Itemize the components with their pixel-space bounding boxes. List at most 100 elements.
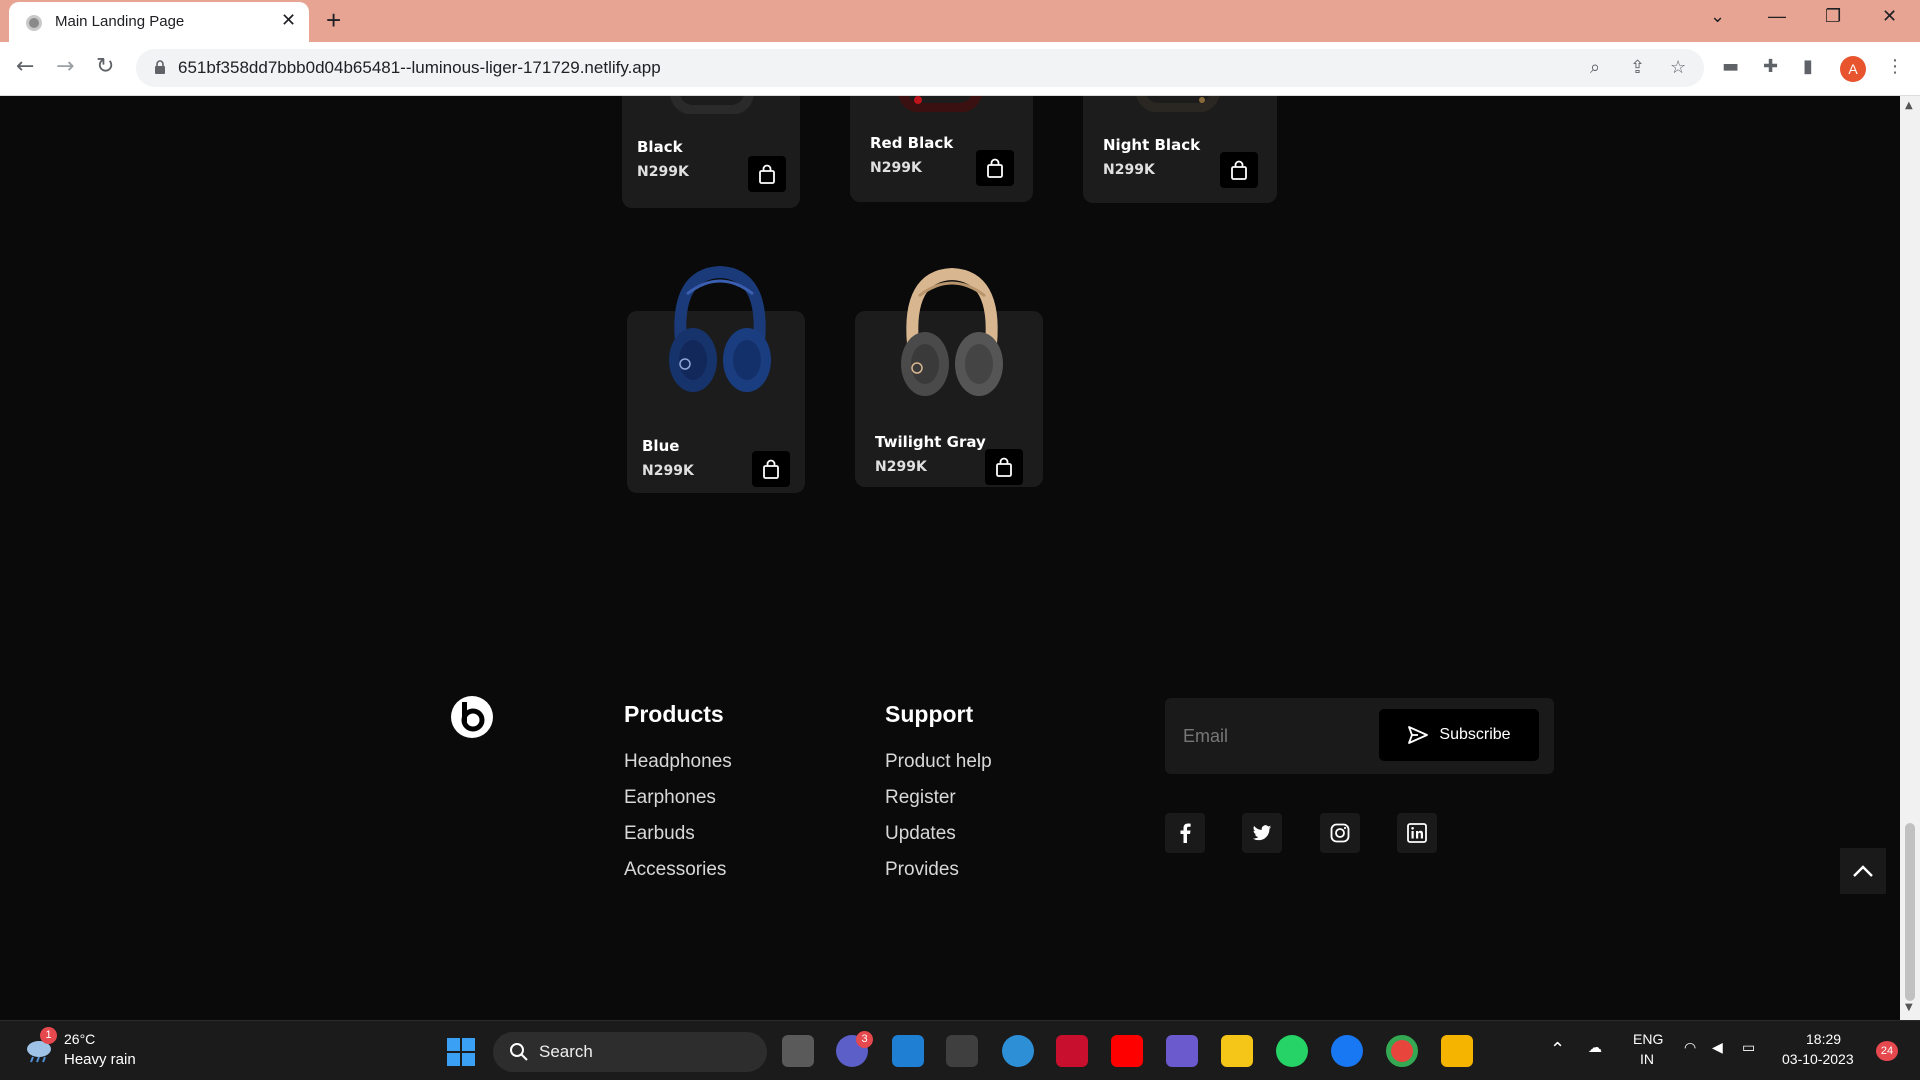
tab-title: Main Landing Page [55,13,185,30]
zoom-search-icon[interactable]: ⌕ [1590,57,1600,78]
facebook-app-icon[interactable] [1331,1035,1363,1067]
browser-tab-bar: Main Landing Page ✕ + ⌄ — ❐ ✕ [0,0,1920,42]
product-card[interactable]: Blue N299K [627,265,805,493]
language-bottom[interactable]: IN [1640,1051,1654,1067]
product-price: N299K [870,160,922,176]
footer-link-updates[interactable]: Updates [885,823,956,845]
footer-link-provides[interactable]: Provides [885,859,959,881]
flipkart-icon[interactable] [1221,1035,1253,1067]
headphone-image [670,96,754,114]
microsoft-store-icon[interactable] [946,1035,978,1067]
facebook-icon[interactable] [1165,813,1205,853]
footer-link-headphones[interactable]: Headphones [624,751,732,773]
back-icon[interactable]: ← [16,54,34,79]
bookmark-star-icon[interactable]: ☆ [1670,57,1686,78]
product-card[interactable]: Night Black N299K [1083,96,1277,203]
whatsapp-icon[interactable] [1276,1035,1308,1067]
back-to-top-button[interactable] [1840,848,1886,894]
footer-link-earbuds[interactable]: Earbuds [624,823,695,845]
headphone-image [1136,96,1220,112]
headphone-image [669,265,771,392]
product-price: N299K [875,459,927,475]
mcafee-icon[interactable] [1056,1035,1088,1067]
teams-badge: 3 [856,1031,873,1048]
weather-temperature[interactable]: 26°C [64,1031,95,1047]
onedrive-icon[interactable]: ☁ [1588,1039,1602,1056]
support-heading: Support [885,701,974,727]
scroll-thumb[interactable] [1905,823,1915,1001]
browser-toolbar: ← → ↻ 651bf358dd7bbb0d04b65481--luminous… [0,42,1920,96]
product-price: N299K [642,463,694,479]
send-icon [1408,726,1429,744]
product-card[interactable]: Red Black N299K [850,96,1033,202]
footer-link-register[interactable]: Register [885,787,956,809]
page-content: Black N299K Red Black N299K Night Black … [0,96,1900,1020]
weather-badge: 1 [40,1027,57,1044]
shopping-bag-icon [1231,160,1247,180]
product-card[interactable]: Twilight Gray N299K [855,267,1043,487]
language-top[interactable]: ENG [1633,1031,1663,1047]
close-window-icon[interactable]: ✕ [1882,6,1897,27]
restore-icon[interactable]: ❐ [1825,6,1841,27]
product-card[interactable]: Black N299K [622,96,800,208]
instagram-icon[interactable] [1320,813,1360,853]
address-bar[interactable]: 651bf358dd7bbb0d04b65481--luminous-liger… [136,49,1704,87]
cast-icon[interactable]: ▬ [1722,56,1739,77]
shopping-bag-icon [763,459,779,479]
headphone-image [901,267,1003,396]
add-to-cart-button[interactable] [1220,152,1258,188]
profile-avatar[interactable]: A [1840,56,1866,82]
menu-kebab-icon[interactable]: ⋮ [1886,56,1904,77]
product-price: N299K [1103,162,1155,178]
add-to-cart-button[interactable] [752,451,790,487]
tab-search-chevron-icon[interactable]: ⌄ [1710,6,1725,27]
wifi-icon[interactable]: ◠ [1684,1039,1696,1056]
volume-icon[interactable]: ◀ [1712,1039,1723,1056]
scroll-up-arrow-icon[interactable]: ▲ [1905,100,1913,111]
footer-link-product-help[interactable]: Product help [885,751,992,773]
linkedin-icon[interactable] [1397,813,1437,853]
share-icon[interactable]: ⇪ [1630,57,1645,78]
vscode-icon[interactable] [892,1035,924,1067]
battery-icon[interactable]: ▭ [1742,1039,1755,1056]
taskbar-search-box[interactable]: Search [493,1032,767,1072]
add-to-cart-button[interactable] [748,156,786,192]
windows-start-icon[interactable] [446,1037,476,1067]
new-tab-icon[interactable]: + [326,5,341,36]
search-label: Search [539,1042,593,1061]
tab-close-icon[interactable]: ✕ [281,10,296,31]
weather-description[interactable]: Heavy rain [64,1051,136,1068]
side-panel-icon[interactable]: ▮ [1803,56,1813,77]
scroll-down-arrow-icon[interactable]: ▼ [1905,1002,1913,1013]
reload-icon[interactable]: ↻ [96,54,114,79]
shopping-bag-icon [759,164,775,184]
footer-link-earphones[interactable]: Earphones [624,787,716,809]
lock-icon [155,60,165,74]
subscribe-button[interactable]: Subscribe [1379,709,1539,761]
photos-icon[interactable] [1166,1035,1198,1067]
beats-logo[interactable] [451,696,493,738]
products-heading: Products [624,701,724,727]
add-to-cart-button[interactable] [985,449,1023,485]
edge-beta-icon[interactable] [1002,1035,1034,1067]
page-scrollbar[interactable]: ▲ ▼ [1900,96,1920,1020]
clock-date[interactable]: 03-10-2023 [1782,1051,1854,1067]
twitter-icon[interactable] [1242,813,1282,853]
footer-link-accessories[interactable]: Accessories [624,859,726,881]
file-explorer-icon[interactable] [1441,1035,1473,1067]
active-tab[interactable]: Main Landing Page ✕ [9,2,309,42]
chrome-icon[interactable] [1386,1035,1418,1067]
forward-icon[interactable]: → [56,54,74,79]
clock-time[interactable]: 18:29 [1806,1031,1841,1047]
extensions-icon[interactable]: ✚ [1763,56,1778,77]
tray-chevron-up-icon[interactable]: ⌃ [1550,1039,1565,1060]
minimize-icon[interactable]: — [1768,6,1786,27]
youtube-icon[interactable] [1111,1035,1143,1067]
product-name: Blue [642,437,680,455]
email-field[interactable] [1183,716,1363,756]
task-view-icon[interactable] [782,1035,814,1067]
url-text[interactable]: 651bf358dd7bbb0d04b65481--luminous-liger… [178,58,661,78]
add-to-cart-button[interactable] [976,150,1014,186]
notification-count[interactable]: 24 [1876,1041,1898,1061]
shopping-bag-icon [996,457,1012,477]
